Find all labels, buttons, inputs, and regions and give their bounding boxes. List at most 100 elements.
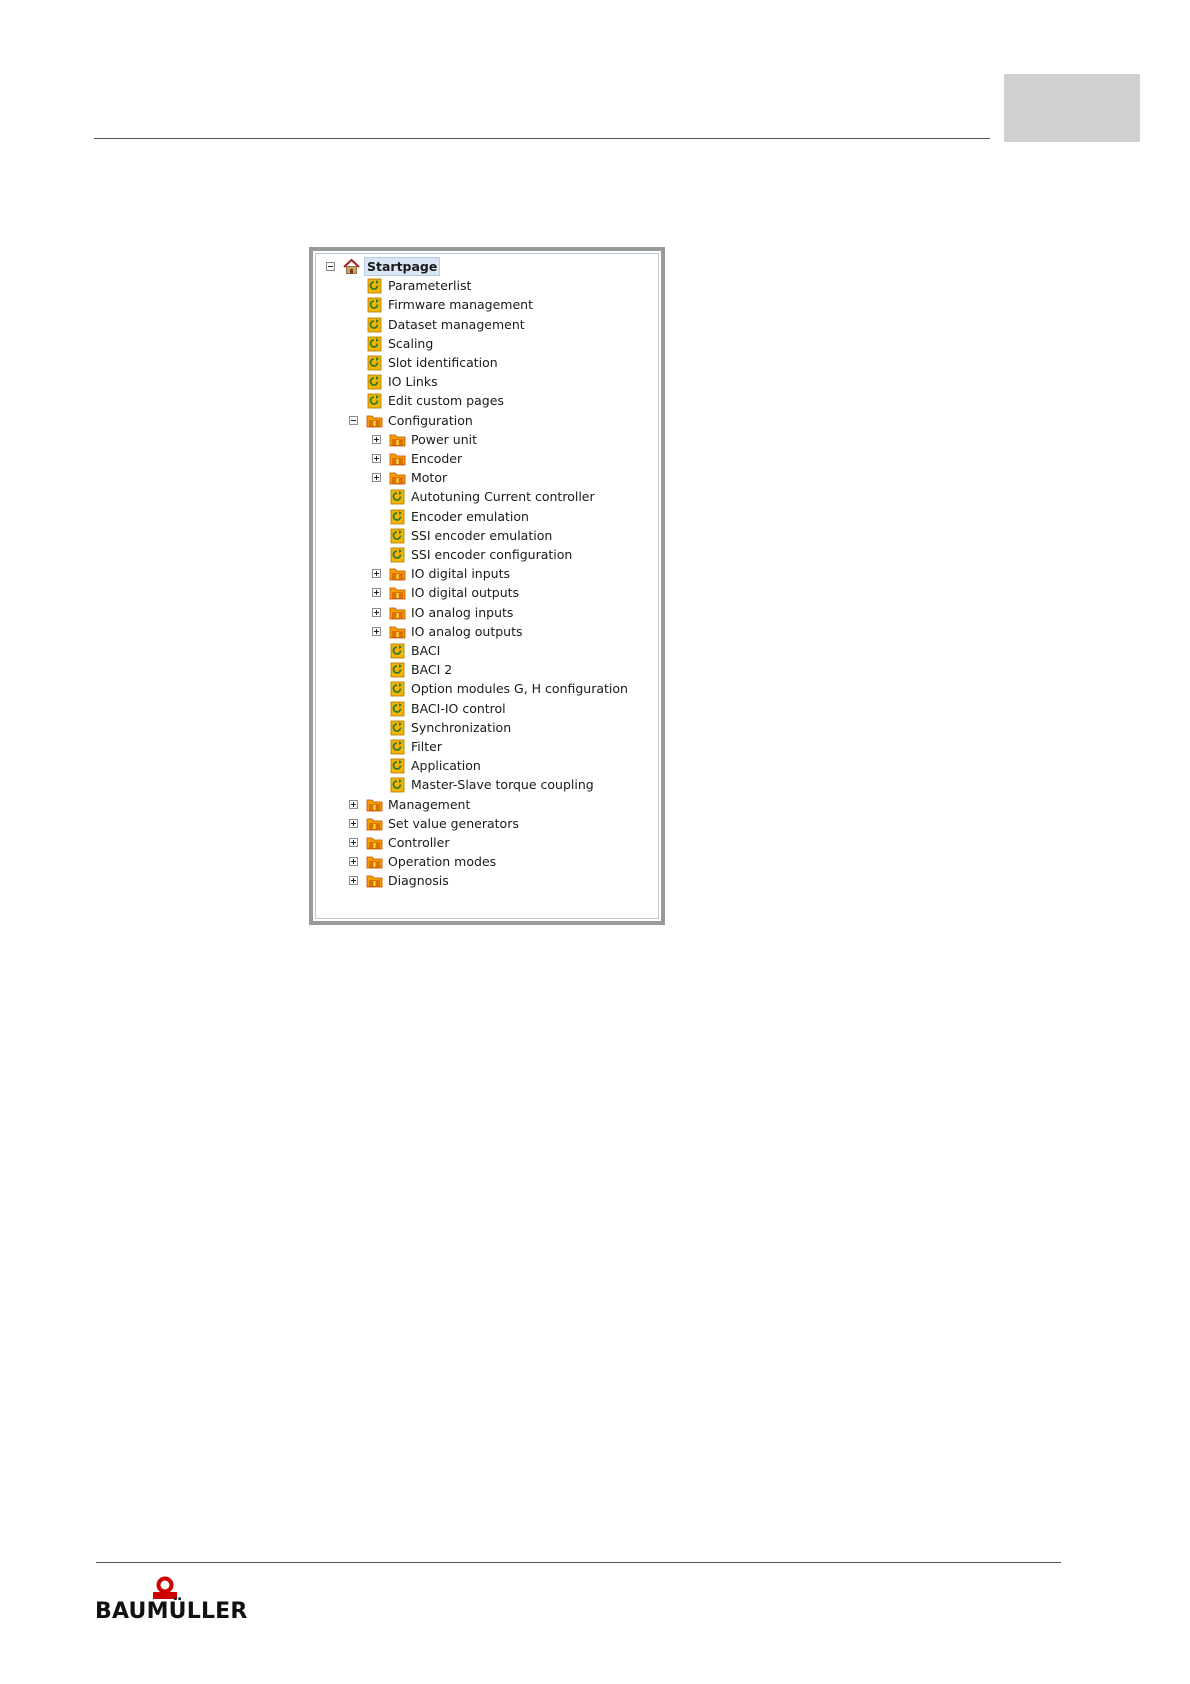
tree-item-label: SSI encoder configuration — [411, 547, 573, 562]
tree-item[interactable]: Diagnosis — [316, 871, 658, 890]
tree-item-label: Power unit — [411, 431, 477, 447]
navigation-tree[interactable]: Startpage Parameterlist Firmware managemen… — [315, 253, 659, 919]
tree-item-label: Operation modes — [388, 854, 497, 870]
tree-item[interactable]: Scaling — [316, 334, 658, 353]
expand-icon[interactable] — [349, 838, 358, 847]
tree-item[interactable]: Motor — [316, 468, 658, 487]
tree-item[interactable]: Parameterlist — [316, 276, 658, 295]
page-icon — [390, 489, 405, 505]
tree-item-label: Set value generators — [388, 815, 519, 831]
expand-icon[interactable] — [372, 607, 381, 617]
expand-icon[interactable] — [349, 857, 358, 867]
expand-icon[interactable] — [349, 818, 358, 828]
collapse-icon[interactable] — [326, 262, 335, 271]
expand-icon[interactable] — [372, 434, 381, 444]
tree-item[interactable]: IO digital inputs — [316, 564, 658, 583]
tree-item[interactable]: Dataset management — [316, 315, 658, 334]
tree-item[interactable]: Filter — [316, 737, 658, 756]
tree-item[interactable]: Autotuning Current controller — [316, 487, 658, 506]
page-icon — [390, 509, 405, 524]
folder-icon — [389, 453, 406, 466]
tree-item-label: Motor — [411, 470, 448, 486]
folder-icon — [389, 626, 406, 639]
tree-item[interactable]: BACI-IO control — [316, 699, 658, 718]
expand-icon[interactable] — [372, 569, 381, 579]
tree-item-label: Configuration — [388, 412, 473, 428]
expand-icon[interactable] — [349, 799, 358, 809]
logo-text: BAUMÜLLER — [95, 1599, 248, 1624]
tree-item-label: IO analog outputs — [411, 623, 523, 639]
tree-item-label: Dataset management — [388, 316, 525, 332]
tree-item[interactable]: Power unit — [316, 430, 658, 449]
folder-icon — [389, 568, 406, 581]
folder-icon — [366, 799, 383, 811]
tree-item[interactable]: Application — [316, 756, 658, 775]
baumuller-logo: BAUMÜLLER — [95, 1576, 248, 1626]
tree-item[interactable]: Master-Slave torque coupling — [316, 775, 658, 794]
tree-item[interactable]: Set value generators — [316, 814, 658, 833]
tree-item[interactable]: Firmware management — [316, 295, 658, 314]
expand-icon[interactable] — [349, 876, 358, 886]
tree-item[interactable]: IO Links — [316, 372, 658, 391]
tree-item-label: IO digital outputs — [411, 585, 520, 601]
tree-item-label: BACI — [411, 643, 441, 658]
tree-root-startpage[interactable]: Startpage — [316, 257, 658, 276]
tree-item[interactable]: Edit custom pages — [316, 391, 658, 410]
tree-item[interactable]: IO digital outputs — [316, 583, 658, 602]
tree-item-label: Scaling — [388, 335, 434, 351]
tree-item-label: IO Links — [388, 374, 438, 390]
tree-item-label: Management — [388, 796, 471, 812]
expand-icon[interactable] — [372, 473, 381, 483]
page-icon — [390, 777, 405, 793]
page-icon — [390, 662, 405, 678]
expand-icon[interactable] — [372, 454, 381, 463]
tree-item-label: Encoder emulation — [411, 508, 529, 524]
tree-item-label: Synchronization — [411, 719, 512, 735]
navigation-tree-panel: Startpage Parameterlist Firmware managemen… — [309, 247, 665, 925]
tree-item[interactable]: Management — [316, 795, 658, 814]
tree-item[interactable]: IO analog inputs — [316, 603, 658, 622]
folder-icon — [389, 434, 406, 447]
tree-item-label: IO digital inputs — [411, 566, 510, 582]
tree-item[interactable]: Slot identification — [316, 353, 658, 372]
tree-item[interactable]: Configuration — [316, 411, 658, 430]
page-icon — [390, 528, 405, 544]
tree-item[interactable]: IO analog outputs — [316, 622, 658, 641]
tree-item-label: Option modules G, H configuration — [411, 681, 628, 697]
page-icon — [367, 374, 382, 390]
tree-item[interactable]: Option modules G, H configuration — [316, 679, 658, 698]
tree-item-label: Master-Slave torque coupling — [411, 777, 594, 793]
tree-item-label: IO analog inputs — [411, 604, 514, 620]
expand-icon[interactable] — [372, 626, 381, 636]
tree-item[interactable]: BACI 2 — [316, 660, 658, 679]
folder-icon — [366, 415, 383, 427]
folder-icon — [366, 856, 383, 869]
tree-item-label: Firmware management — [388, 297, 533, 313]
tree-item[interactable]: Controller — [316, 833, 658, 852]
tree-item-label: BACI-IO control — [411, 700, 506, 716]
page-icon — [390, 739, 405, 755]
tree-item-label: Controller — [388, 835, 450, 850]
tree-item-label: Slot identification — [388, 355, 498, 370]
tree-item[interactable]: BACI — [316, 641, 658, 660]
tree-item[interactable]: Encoder — [316, 449, 658, 468]
house-icon — [343, 258, 360, 274]
tree-item[interactable]: Synchronization — [316, 718, 658, 737]
tree-item-label: Diagnosis — [388, 873, 449, 889]
logo-mark-icon — [153, 1576, 177, 1599]
page-icon — [390, 701, 405, 716]
folder-icon — [389, 472, 406, 485]
folder-icon — [389, 587, 406, 600]
tree-item[interactable]: SSI encoder emulation — [316, 526, 658, 545]
expand-icon[interactable] — [372, 588, 381, 598]
folder-icon — [366, 818, 383, 831]
chapter-tab — [1004, 74, 1140, 142]
collapse-icon[interactable] — [349, 415, 358, 425]
page-icon — [390, 758, 405, 774]
tree-item[interactable]: Encoder emulation — [316, 507, 658, 526]
tree-item-label: Edit custom pages — [388, 393, 504, 409]
tree-item[interactable]: Operation modes — [316, 852, 658, 871]
tree-item-label: Startpage — [364, 257, 441, 276]
tree-item[interactable]: SSI encoder configuration — [316, 545, 658, 564]
footer-rule — [96, 1562, 1061, 1563]
